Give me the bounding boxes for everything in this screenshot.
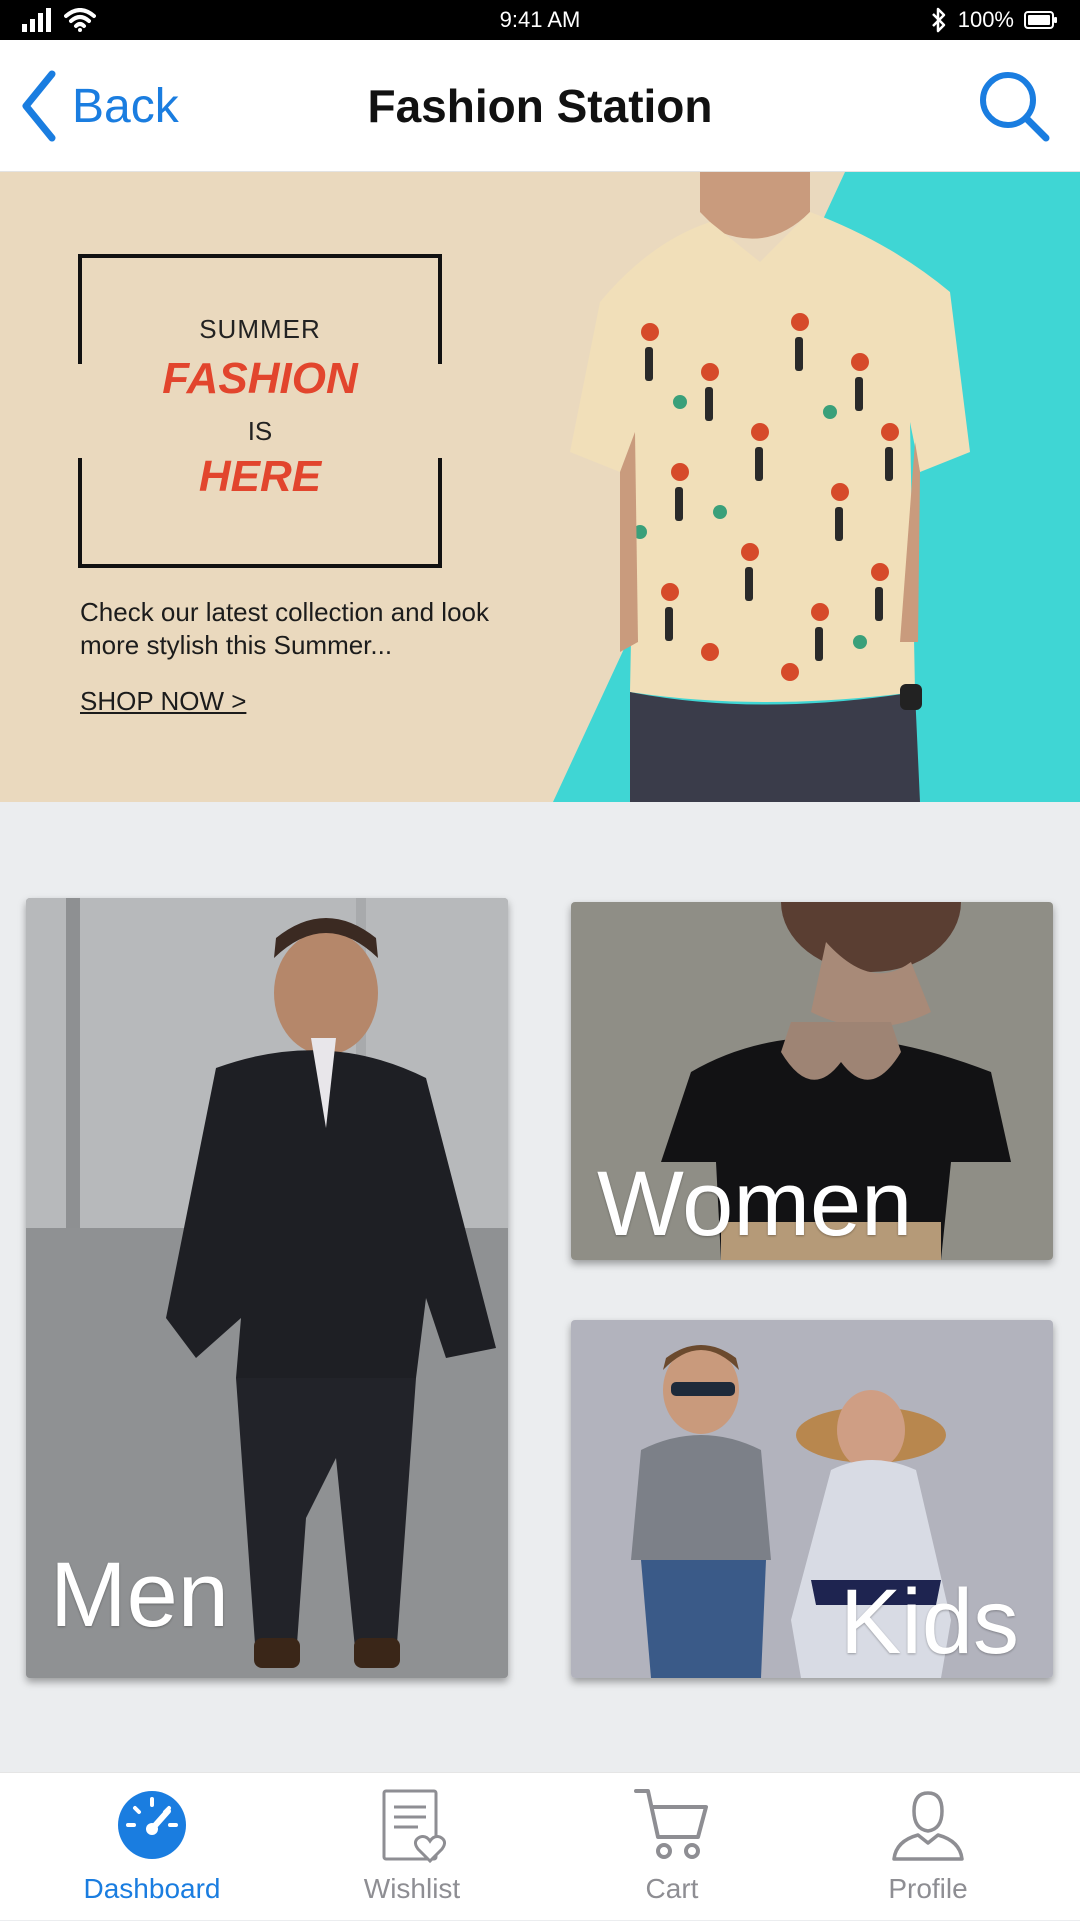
category-label-men: Men — [50, 1544, 229, 1646]
category-card-men[interactable]: Men — [26, 898, 508, 1678]
tab-label-cart: Cart — [645, 1873, 699, 1904]
promo-line-is: IS — [247, 416, 273, 446]
battery-icon — [1024, 11, 1057, 29]
status-time: 9:41 AM — [499, 7, 581, 32]
navigation-bar: Back Fashion Station — [0, 40, 1080, 172]
category-card-women[interactable]: Women — [571, 902, 1053, 1260]
category-label-kids: Kids — [840, 1571, 1019, 1673]
search-button[interactable] — [976, 68, 1052, 144]
tab-profile[interactable]: Profile — [793, 1773, 1063, 1921]
tab-label-dashboard: Dashboard — [83, 1873, 221, 1904]
tab-bar: Dashboard Wishlist Cart Profile — [0, 1772, 1080, 1920]
dashboard-icon — [118, 1791, 186, 1859]
promo-line-summer: SUMMER — [199, 314, 321, 344]
battery-percent: 100% — [957, 7, 1014, 32]
status-bar: 9:41 AM 100% — [0, 0, 1080, 40]
status-right: 100% — [930, 6, 1058, 34]
promo-headline: SUMMER FASHION IS HERE — [78, 254, 442, 568]
profile-icon — [892, 1791, 964, 1861]
shop-now-link[interactable]: SHOP NOW > — [80, 686, 246, 717]
tab-cart[interactable]: Cart — [537, 1773, 807, 1921]
banner-model-photo — [570, 172, 970, 802]
cart-icon — [634, 1789, 708, 1859]
wishlist-icon — [382, 1789, 447, 1864]
promo-line-fashion: FASHION — [162, 354, 358, 403]
tab-label-wishlist: Wishlist — [363, 1873, 461, 1904]
chevron-left-icon — [22, 70, 56, 142]
promo-banner[interactable]: SUMMER FASHION IS HERE Check our latest … — [0, 172, 1080, 802]
back-label: Back — [72, 79, 179, 133]
category-card-kids[interactable]: Kids — [571, 1320, 1053, 1678]
promo-line-here: HERE — [198, 452, 322, 501]
search-icon — [980, 72, 1050, 142]
category-label-women: Women — [597, 1153, 913, 1255]
tab-dashboard[interactable]: Dashboard — [17, 1773, 287, 1921]
bluetooth-icon — [931, 7, 945, 33]
back-button[interactable]: Back — [18, 68, 179, 144]
tab-label-profile: Profile — [888, 1873, 968, 1904]
tab-wishlist[interactable]: Wishlist — [277, 1773, 547, 1921]
promo-description: Check our latest collection and look mor… — [80, 597, 490, 660]
